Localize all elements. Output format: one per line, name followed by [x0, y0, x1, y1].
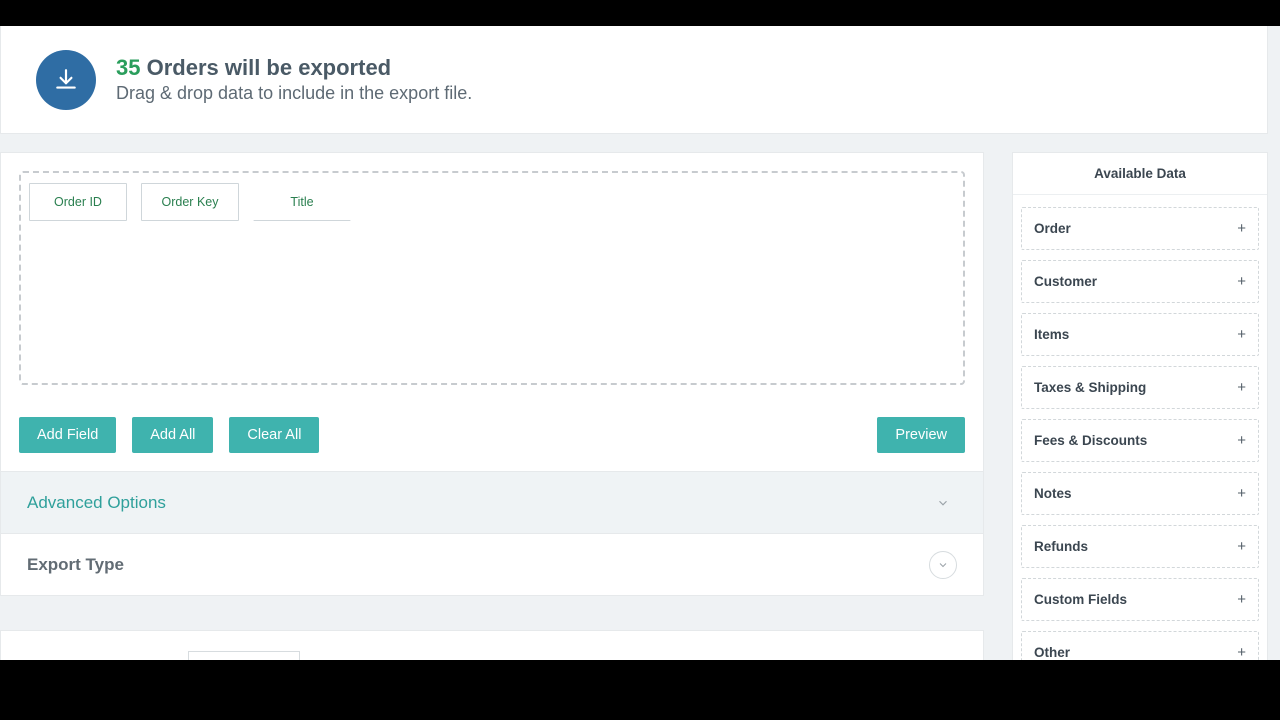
category-fees-discounts[interactable]: Fees & Discounts + [1021, 419, 1259, 462]
category-label: Other [1034, 645, 1070, 660]
category-label: Custom Fields [1034, 592, 1127, 607]
category-label: Notes [1034, 486, 1072, 501]
chevron-down-icon [929, 551, 957, 579]
letterbox-bottom [0, 660, 1280, 720]
plus-icon: + [1237, 432, 1246, 449]
category-label: Customer [1034, 274, 1097, 289]
plus-icon: + [1237, 379, 1246, 396]
advanced-options-label: Advanced Options [27, 493, 166, 513]
builder-toolbar: Add Field Add All Clear All Preview [1, 403, 983, 471]
export-title-suffix: Orders will be exported [147, 55, 392, 80]
plus-icon: + [1237, 591, 1246, 608]
category-label: Fees & Discounts [1034, 433, 1147, 448]
export-title: 35 Orders will be exported [116, 55, 472, 81]
plus-icon: + [1237, 485, 1246, 502]
chevron-down-icon [929, 489, 957, 517]
category-label: Refunds [1034, 539, 1088, 554]
category-refunds[interactable]: Refunds + [1021, 525, 1259, 568]
category-customer[interactable]: Customer + [1021, 260, 1259, 303]
category-items[interactable]: Items + [1021, 313, 1259, 356]
plus-icon: + [1237, 644, 1246, 661]
plus-icon: + [1237, 326, 1246, 343]
field-chip[interactable]: Order ID [29, 183, 127, 221]
available-data-title: Available Data [1013, 153, 1267, 195]
category-label: Items [1034, 327, 1069, 342]
field-chip[interactable]: Order Key [141, 183, 239, 221]
add-field-button[interactable]: Add Field [19, 417, 116, 453]
plus-icon: + [1237, 538, 1246, 555]
category-label: Taxes & Shipping [1034, 380, 1146, 395]
category-notes[interactable]: Notes + [1021, 472, 1259, 515]
export-builder-panel: Order ID Order Key Title Add Field Add A… [0, 152, 984, 596]
clear-all-button[interactable]: Clear All [229, 417, 319, 453]
category-taxes-shipping[interactable]: Taxes & Shipping + [1021, 366, 1259, 409]
advanced-options-accordion[interactable]: Advanced Options [1, 471, 983, 533]
add-all-button[interactable]: Add All [132, 417, 213, 453]
available-data-list: Order + Customer + Items + Taxes & Shipping… [1013, 195, 1267, 702]
preview-button[interactable]: Preview [877, 417, 965, 453]
export-type-label: Export Type [27, 555, 124, 575]
field-chip[interactable]: Title [253, 183, 351, 221]
plus-icon: + [1237, 273, 1246, 290]
category-label: Order [1034, 221, 1071, 236]
export-subtitle: Drag & drop data to include in the expor… [116, 83, 472, 104]
category-custom-fields[interactable]: Custom Fields + [1021, 578, 1259, 621]
export-type-accordion[interactable]: Export Type [1, 533, 983, 595]
field-dropzone[interactable]: Order ID Order Key Title [19, 171, 965, 385]
category-order[interactable]: Order + [1021, 207, 1259, 250]
available-data-panel: Available Data Order + Customer + Items + T… [1012, 152, 1268, 703]
letterbox-top [0, 0, 1280, 26]
download-icon [36, 50, 96, 110]
export-count: 35 [116, 55, 140, 80]
export-header: 35 Orders will be exported Drag & drop d… [0, 26, 1268, 134]
plus-icon: + [1237, 220, 1246, 237]
